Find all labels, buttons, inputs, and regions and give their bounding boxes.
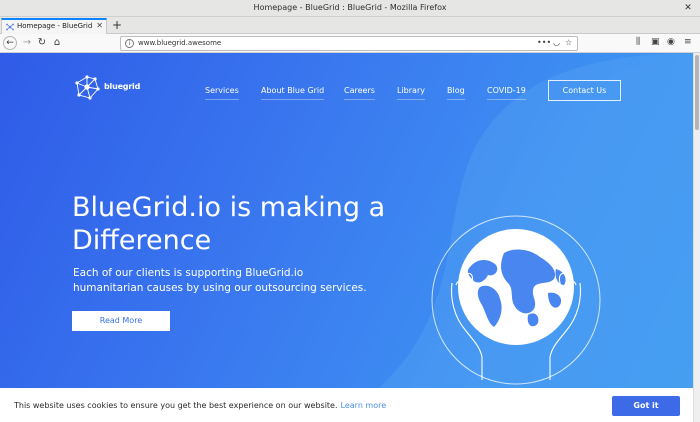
learn-more-link[interactable]: Learn more [341,401,387,410]
sidebar-icon[interactable]: ▣ [651,37,660,47]
nav-underline [205,99,239,100]
nav-services[interactable]: Services [205,86,239,100]
window-title: Homepage - BlueGrid : BlueGrid - Mozilla… [253,3,447,12]
reload-button[interactable]: ↻ [35,36,49,50]
nav-library[interactable]: Library [397,86,425,100]
nav-label: About Blue Grid [261,86,325,95]
pocket-icon[interactable]: ◡ [553,38,560,47]
library-icon[interactable]: ⫼ [636,37,640,47]
got-it-button[interactable]: Got it [612,396,680,416]
cookie-consent-bar: This website uses cookies to ensure you … [0,388,693,422]
nav-about[interactable]: About Blue Grid [261,86,325,100]
nav-underline [447,99,465,100]
nav-underline [261,99,325,100]
forward-button[interactable]: → [20,36,34,50]
nav-careers[interactable]: Careers [344,86,375,100]
navigation-toolbar: ← → ↻ ⌂ i www.bluegrid.awesome ••• ◡ ☆ ⫼… [0,34,700,53]
bluegrid-favicon-icon [6,23,14,31]
new-tab-button[interactable]: + [111,17,123,33]
window-titlebar: Homepage - BlueGrid : BlueGrid - Mozilla… [0,0,700,17]
nav-label: Services [205,86,239,95]
account-icon[interactable]: ◉ [667,37,675,47]
cookie-message: This website uses cookies to ensure you … [14,401,386,410]
nav-covid[interactable]: COVID-19 [487,86,526,100]
read-more-button[interactable]: Read More [72,311,170,331]
home-button[interactable]: ⌂ [50,36,64,50]
page-scrollbar[interactable] [693,53,700,422]
contact-us-button[interactable]: Contact Us [548,80,621,101]
bookmark-star-icon[interactable]: ☆ [565,38,572,47]
url-bar[interactable]: i www.bluegrid.awesome ••• ◡ ☆ [120,36,578,51]
nav-label: Blog [447,86,465,95]
site-info-icon[interactable]: i [125,39,134,48]
nav-blog[interactable]: Blog [447,86,465,100]
nav-underline [397,99,425,100]
tab-strip: Homepage - BlueGrid : Bl ✕ + [0,17,700,34]
back-button[interactable]: ← [3,36,17,50]
globe-hands-illustration [431,215,601,385]
hero-title: BlueGrid.io is making a Difference [72,192,386,256]
hero-subtitle: Each of our clients is supporting BlueGr… [73,267,367,294]
tab-label: Homepage - BlueGrid : Bl [17,22,95,30]
window-close-icon[interactable]: ✕ [682,2,694,14]
page-actions-icon[interactable]: ••• [537,38,551,47]
cookie-message-text: This website uses cookies to ensure you … [14,401,338,410]
nav-underline [487,99,526,100]
nav-label: Library [397,86,425,95]
webpage: bluegrid Services About Blue Grid Career… [0,53,693,422]
nav-label: COVID-19 [487,86,526,95]
tab-homepage[interactable]: Homepage - BlueGrid : Bl ✕ [1,18,107,34]
nav-underline [344,99,375,100]
bluegrid-logo-icon[interactable] [72,73,102,101]
scrollbar-thumb[interactable] [695,55,699,130]
tab-close-icon[interactable]: ✕ [96,21,103,30]
url-text[interactable]: www.bluegrid.awesome [138,39,221,47]
menu-icon[interactable]: ≡ [684,37,692,47]
nav-label: Careers [344,86,375,95]
logo-text[interactable]: bluegrid [104,82,140,91]
